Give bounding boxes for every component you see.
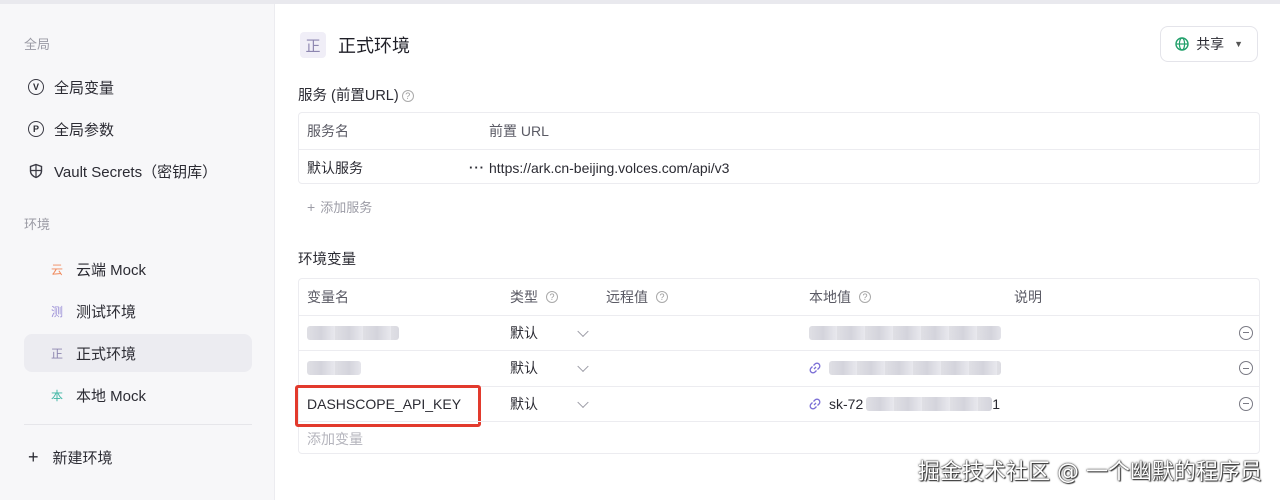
divider [24, 424, 252, 425]
column-header-prefix-url: 前置 URL [489, 123, 549, 139]
add-variable-placeholder[interactable]: 添加变量 [307, 422, 363, 457]
watermark: 掘金技术社区 @ 一个幽默的程序员 [918, 460, 1262, 485]
variable-type-select[interactable]: 默认 [510, 351, 538, 386]
sidebar-item-label: 正式环境 [76, 345, 137, 363]
help-icon[interactable]: ? [656, 290, 668, 303]
minus-circle-icon [1239, 325, 1253, 340]
table-header-row: 变量名 类型? 远程值? 本地值? 说明 [299, 279, 1259, 315]
share-button[interactable]: 共享 ▼ [1160, 26, 1258, 62]
page-header: 正 正式环境 [300, 32, 410, 58]
globe-icon [1175, 37, 1189, 51]
help-icon[interactable]: ? [546, 290, 558, 303]
parameter-circle-icon: P [28, 121, 44, 137]
sidebar-item-global-variables[interactable]: V 全局变量 [24, 68, 252, 106]
service-name-cell[interactable]: 默认服务 [299, 158, 489, 178]
new-env-button[interactable]: + 新建环境 [24, 439, 250, 475]
variable-local-value-cell[interactable] [809, 351, 1001, 386]
sidebar-item-label: 测试环境 [76, 303, 137, 321]
remove-row-button[interactable] [1239, 316, 1253, 351]
variable-name-cell[interactable] [307, 351, 361, 386]
help-icon[interactable]: ? [401, 90, 414, 102]
help-icon[interactable]: ? [859, 290, 871, 303]
shield-icon [29, 163, 43, 179]
variable-name-cell[interactable]: DASHSCOPE_API_KEY [295, 384, 481, 427]
local-value-suffix: 1 [992, 395, 1001, 412]
remove-row-button[interactable] [1239, 387, 1253, 422]
new-env-label: 新建环境 [52, 449, 113, 467]
local-value-prefix: sk-72 [829, 395, 864, 412]
env-badge: 正 [50, 346, 63, 361]
chevron-down-icon[interactable] [577, 360, 589, 373]
sidebar-item-label: 云端 Mock [76, 261, 147, 279]
plus-icon: + [307, 199, 316, 215]
service-url-cell[interactable]: https://ark.cn-beijing.volces.com/api/v3 [489, 160, 1259, 176]
variable-circle-icon: V [28, 79, 44, 95]
variable-local-value-cell[interactable] [809, 316, 1001, 351]
minus-circle-icon [1239, 361, 1253, 376]
add-variable-row[interactable]: 添加变量 [299, 421, 1259, 457]
redacted-text [307, 325, 399, 340]
redacted-text [866, 396, 993, 411]
variable-name-cell[interactable] [307, 316, 399, 351]
table-row[interactable]: 默认服务 ··· https://ark.cn-beijing.volces.c… [299, 149, 1259, 185]
sidebar: 全局 V 全局变量 P 全局参数 Vault Secrets（密钥库） 环境 云… [0, 4, 275, 500]
sidebar-item-label: 本地 Mock [76, 387, 147, 405]
env-badge: 本 [50, 388, 63, 403]
variables-section-label: 环境变量 [298, 252, 356, 268]
column-header-remote: 远程值? [606, 279, 668, 315]
plus-icon: + [28, 447, 39, 467]
app-window: 全局 V 全局变量 P 全局参数 Vault Secrets（密钥库） 环境 云… [0, 4, 1280, 500]
column-header-type: 类型? [510, 279, 558, 315]
services-section-label: 服务 (前置URL)? [298, 84, 414, 105]
sidebar-item-vault-secrets[interactable]: Vault Secrets（密钥库） [24, 152, 252, 190]
link-icon [809, 362, 821, 374]
variable-type-select[interactable]: 默认 [510, 316, 538, 351]
share-label: 共享 [1196, 36, 1225, 52]
main-panel: 正 正式环境 共享 ▼ 服务 (前置URL)? 服务名 前置 URL 默认服务 … [275, 4, 1280, 500]
more-options-icon[interactable]: ··· [469, 160, 485, 175]
variables-table: 变量名 类型? 远程值? 本地值? 说明 默认 默认 DASHSCOPE_API… [295, 278, 1260, 457]
chevron-down-icon: ▼ [1234, 39, 1243, 49]
services-table: 服务名 前置 URL 默认服务 ··· https://ark.cn-beiji… [298, 112, 1260, 184]
sidebar-item-label: 全局变量 [54, 79, 115, 97]
column-header-local: 本地值? [809, 279, 871, 315]
sidebar-item-test-env[interactable]: 测 测试环境 [24, 292, 252, 330]
table-row[interactable]: 默认 [299, 350, 1259, 386]
chevron-down-icon[interactable] [577, 396, 589, 408]
sidebar-item-local-mock[interactable]: 本 本地 Mock [24, 376, 252, 414]
variable-type-select[interactable]: 默认 [510, 387, 538, 422]
add-service-button[interactable]: + 添加服务 [307, 197, 372, 216]
link-icon [809, 398, 821, 410]
table-row[interactable]: 默认 [299, 314, 1259, 351]
env-badge: 测 [50, 304, 63, 319]
page-title: 正式环境 [338, 36, 410, 56]
minus-circle-icon [1239, 396, 1253, 411]
table-row[interactable]: DASHSCOPE_API_KEY 默认 sk-72 1 [295, 384, 1259, 427]
sidebar-item-cloud-mock[interactable]: 云 云端 Mock [24, 250, 252, 288]
column-header-local-text: 本地值 [809, 288, 851, 305]
redacted-text [307, 361, 361, 376]
column-header-name: 变量名 [307, 288, 349, 305]
variable-local-value-cell[interactable]: sk-72 1 [809, 387, 1000, 422]
column-header-type-text: 类型 [510, 288, 538, 305]
remove-row-button[interactable] [1239, 351, 1253, 386]
sidebar-item-label: 全局参数 [54, 121, 115, 139]
env-badge: 正 [300, 32, 326, 58]
add-service-label: 添加服务 [320, 200, 373, 215]
sidebar-item-label: Vault Secrets（密钥库） [54, 163, 218, 181]
redacted-text [809, 325, 1001, 340]
redacted-text [829, 361, 1001, 376]
column-header-remote-text: 远程值 [606, 288, 648, 305]
sidebar-item-global-parameters[interactable]: P 全局参数 [24, 110, 252, 148]
table-header-row: 服务名 前置 URL [299, 113, 1259, 149]
column-header-service-name: 服务名 [307, 123, 349, 139]
chevron-down-icon[interactable] [577, 325, 589, 337]
column-header-desc: 说明 [1014, 288, 1042, 305]
global-section-label: 全局 [24, 37, 51, 52]
sidebar-item-prod-env[interactable]: 正 正式环境 [24, 334, 252, 372]
env-badge: 云 [50, 262, 63, 277]
services-label-text: 服务 (前置URL) [298, 88, 399, 104]
env-section-label: 环境 [24, 217, 51, 232]
